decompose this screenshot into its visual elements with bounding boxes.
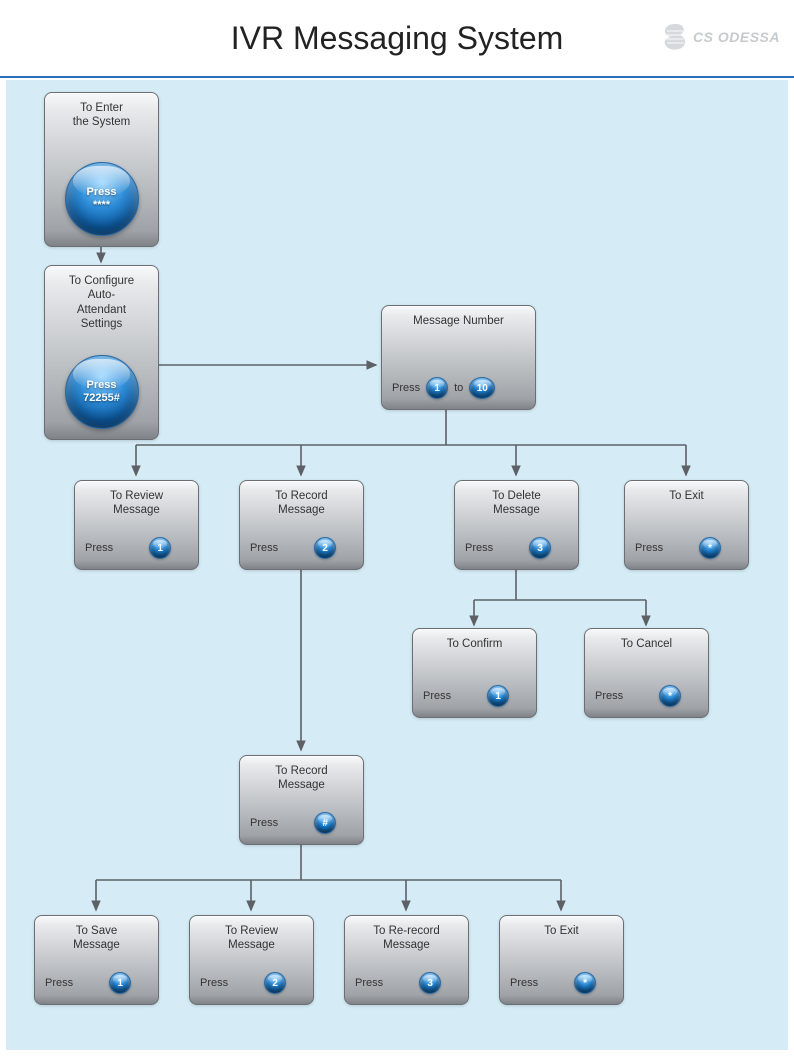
node-label: To Cancel — [585, 629, 708, 651]
node-exit: To Exit Press * — [624, 480, 749, 570]
node-label: To Enterthe System — [45, 93, 158, 130]
press-label: Press — [635, 542, 663, 554]
node-record-message-hash: To RecordMessage Press # — [239, 755, 364, 845]
press-row: Press 2 — [200, 972, 286, 994]
node-label: To Re-recordMessage — [345, 916, 468, 953]
press-row: Press * — [595, 685, 681, 707]
press-row: Press # — [250, 812, 336, 834]
keypad-button[interactable]: Press **** — [65, 162, 139, 236]
node-save-message: To SaveMessage Press 1 — [34, 915, 159, 1005]
logo-swirl-icon — [661, 22, 689, 52]
keycap-icon[interactable]: 1 — [149, 537, 171, 559]
node-configure-attendant: To ConfigureAuto-AttendantSettings Press… — [44, 265, 159, 440]
node-label: To ReviewMessage — [75, 481, 198, 518]
keycap-icon[interactable]: 1 — [109, 972, 131, 994]
press-row: Press * — [635, 537, 721, 559]
to-label: to — [454, 382, 463, 394]
keycap-icon[interactable]: 10 — [469, 377, 495, 399]
press-label: Press — [423, 690, 451, 702]
press-row: Press 1 — [423, 685, 509, 707]
node-label: To ReviewMessage — [190, 916, 313, 953]
press-label: Press — [250, 817, 278, 829]
node-label: To ConfigureAuto-AttendantSettings — [45, 266, 158, 332]
diagram-canvas: To Enterthe System Press **** To Configu… — [6, 80, 788, 1050]
press-label: Press — [85, 542, 113, 554]
keycap-icon[interactable]: 1 — [487, 685, 509, 707]
keycap-icon[interactable]: 3 — [529, 537, 551, 559]
keypad-button[interactable]: Press 72255# — [65, 355, 139, 429]
press-row: Press 1 — [45, 972, 131, 994]
press-label: Press — [392, 382, 420, 394]
header-divider — [0, 76, 794, 78]
keycap-icon[interactable]: * — [699, 537, 721, 559]
node-label: To Exit — [625, 481, 748, 503]
node-label: To RecordMessage — [240, 481, 363, 518]
press-row: Press * — [510, 972, 596, 994]
press-label: Press — [595, 690, 623, 702]
press-label: Press — [510, 977, 538, 989]
big-button-label: Press — [87, 379, 117, 392]
press-row: Press 2 — [250, 537, 336, 559]
node-review-message-2: To ReviewMessage Press 2 — [189, 915, 314, 1005]
big-button-label: Press — [87, 186, 117, 199]
keycap-icon[interactable]: * — [659, 685, 681, 707]
node-cancel: To Cancel Press * — [584, 628, 709, 718]
logo-text: CS ODESSA — [693, 29, 780, 45]
node-delete-message: To DeleteMessage Press 3 — [454, 480, 579, 570]
node-label: To Confirm — [413, 629, 536, 651]
node-label: To Exit — [500, 916, 623, 938]
node-exit-2: To Exit Press * — [499, 915, 624, 1005]
keycap-icon[interactable]: 1 — [426, 377, 448, 399]
node-review-message: To ReviewMessage Press 1 — [74, 480, 199, 570]
big-button-value: **** — [93, 199, 110, 212]
node-label: To RecordMessage — [240, 756, 363, 793]
node-rerecord-message: To Re-recordMessage Press 3 — [344, 915, 469, 1005]
press-row: Press 1 — [85, 537, 171, 559]
press-label: Press — [45, 977, 73, 989]
node-message-number: Message Number Press 1 to 10 — [381, 305, 536, 410]
diagram-page: IVR Messaging System CS ODESSA — [0, 0, 794, 1056]
keycap-icon[interactable]: 2 — [314, 537, 336, 559]
brand-logo: CS ODESSA — [661, 22, 780, 52]
node-label: Message Number — [382, 306, 535, 328]
press-label: Press — [465, 542, 493, 554]
press-label: Press — [355, 977, 383, 989]
node-label: To DeleteMessage — [455, 481, 578, 518]
press-row: Press 1 to 10 — [392, 377, 495, 399]
keycap-icon[interactable]: # — [314, 812, 336, 834]
node-enter-system: To Enterthe System Press **** — [44, 92, 159, 247]
node-record-message: To RecordMessage Press 2 — [239, 480, 364, 570]
keycap-icon[interactable]: 3 — [419, 972, 441, 994]
big-button-value: 72255# — [83, 392, 120, 405]
press-label: Press — [250, 542, 278, 554]
keycap-icon[interactable]: 2 — [264, 972, 286, 994]
node-confirm: To Confirm Press 1 — [412, 628, 537, 718]
press-row: Press 3 — [465, 537, 551, 559]
node-label: To SaveMessage — [35, 916, 158, 953]
press-row: Press 3 — [355, 972, 441, 994]
keycap-icon[interactable]: * — [574, 972, 596, 994]
press-label: Press — [200, 977, 228, 989]
